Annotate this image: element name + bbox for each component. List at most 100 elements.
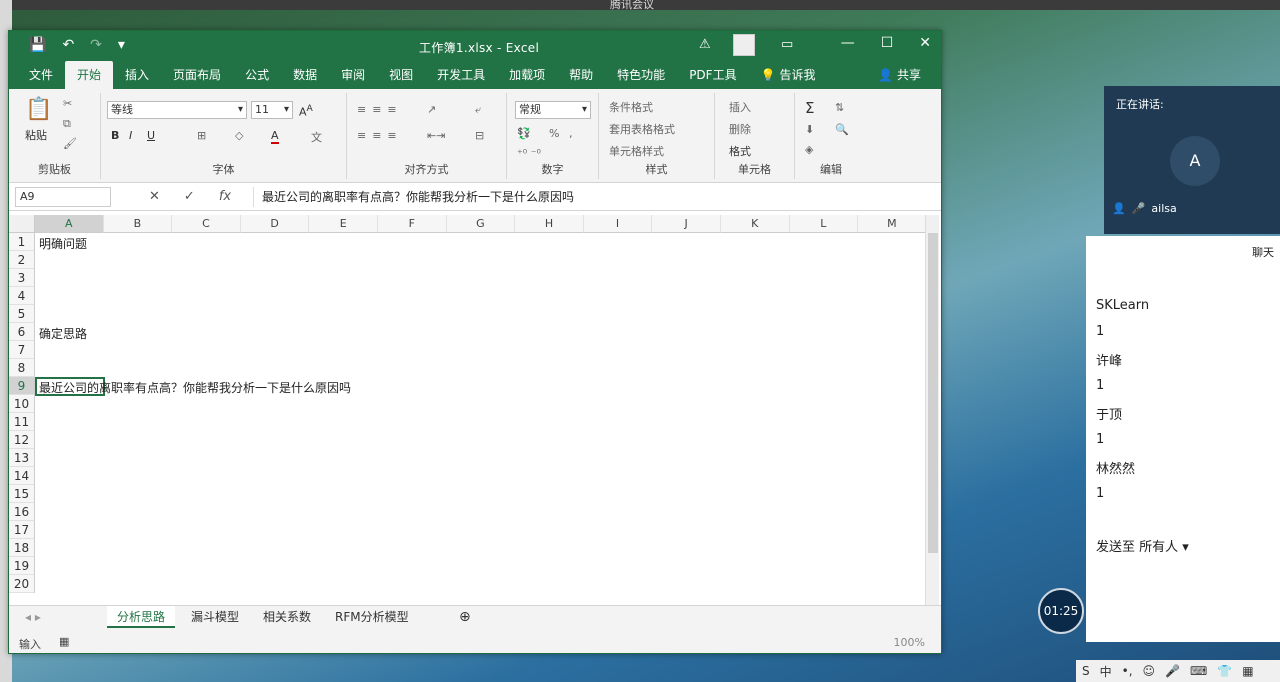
tab-data[interactable]: 数据 — [281, 61, 329, 89]
find-icon[interactable]: 🔍 — [835, 123, 849, 136]
zoom-level[interactable]: 100% — [894, 636, 925, 649]
insert-function-icon[interactable]: fx — [219, 189, 231, 204]
column-header[interactable]: M — [858, 215, 927, 233]
row-header[interactable]: 10 — [9, 395, 35, 413]
row-header[interactable]: 16 — [9, 503, 35, 521]
formula-input[interactable]: 最近公司的离职率有点高？你能帮我分析一下是什么原因吗 — [253, 187, 935, 207]
column-header[interactable]: B — [103, 215, 173, 233]
font-color-icon[interactable]: A — [271, 129, 279, 144]
row-header[interactable]: 9 — [9, 377, 35, 395]
percent-icon[interactable]: % — [549, 127, 559, 140]
fill-color-icon[interactable]: ◇ — [235, 129, 243, 142]
column-header[interactable]: L — [789, 215, 859, 233]
add-sheet-icon[interactable]: ⊕ — [449, 606, 481, 628]
name-box[interactable]: A9 — [15, 187, 111, 207]
column-header[interactable]: K — [720, 215, 790, 233]
cell-a6[interactable]: 确定思路 — [39, 325, 87, 342]
row-header[interactable]: 18 — [9, 539, 35, 557]
tab-page-layout[interactable]: 页面布局 — [161, 61, 233, 89]
cell-area[interactable]: 明确问题 确定思路 最近公司的离职率有点高？你能帮我分析一下是什么原因吗 — [35, 233, 923, 605]
share-button[interactable]: 👤 共享 — [878, 61, 921, 89]
format-as-table-button[interactable]: 套用表格格式 — [609, 121, 675, 137]
number-format-select[interactable]: 常规 ▾ — [515, 101, 591, 119]
account-avatar[interactable] — [733, 34, 755, 56]
column-header[interactable]: E — [309, 215, 378, 233]
tab-home[interactable]: 开始 — [65, 61, 114, 89]
column-header[interactable]: J — [652, 215, 721, 233]
close-button[interactable]: ✕ — [919, 35, 931, 51]
emoji-icon[interactable]: ☺ — [1143, 664, 1156, 678]
ribbon-display-icon[interactable]: ▭ — [781, 37, 793, 52]
format-painter-icon[interactable]: 🖌 — [63, 137, 77, 150]
tab-addins[interactable]: 加载项 — [497, 61, 557, 89]
row-header[interactable]: 17 — [9, 521, 35, 539]
row-header[interactable]: 4 — [9, 287, 35, 305]
row-header[interactable]: 15 — [9, 485, 35, 503]
macro-record-icon[interactable]: ▦ — [59, 635, 69, 648]
clear-icon[interactable]: ◈ — [805, 143, 813, 156]
column-header[interactable]: H — [515, 215, 584, 233]
cell-a9[interactable]: 最近公司的离职率有点高？你能帮我分析一下是什么原因吗 — [39, 379, 351, 396]
wrap-text-icon[interactable]: ⤶ — [475, 103, 481, 117]
toolbox-icon[interactable]: ▦ — [1242, 664, 1253, 678]
tell-me-box[interactable]: 告诉我 — [776, 61, 828, 89]
paste-icon[interactable]: 📋 — [25, 97, 52, 122]
select-all-corner[interactable] — [9, 215, 35, 233]
redo-icon[interactable]: ↷ — [90, 37, 102, 53]
row-header[interactable]: 3 — [9, 269, 35, 287]
column-header[interactable]: A — [35, 215, 104, 233]
orientation-icon[interactable]: ↗ — [427, 103, 436, 116]
comma-icon[interactable]: , — [569, 127, 573, 140]
vertical-align-icons[interactable]: ≡≡≡ — [357, 103, 403, 116]
font-name-select[interactable]: 等线 ▾ — [107, 101, 247, 119]
tab-file[interactable]: 文件 — [17, 61, 65, 89]
conditional-format-button[interactable]: 条件格式 — [609, 99, 653, 115]
paste-button[interactable]: 粘贴 — [25, 127, 47, 143]
sheet-tab[interactable]: 漏斗模型 — [181, 606, 249, 628]
punctuation-icon[interactable]: •, — [1122, 664, 1133, 678]
tab-pdf-tools[interactable]: PDF工具 — [677, 61, 748, 89]
ime-logo-icon[interactable]: S — [1082, 664, 1090, 678]
tab-formulas[interactable]: 公式 — [233, 61, 281, 89]
column-header[interactable]: G — [446, 215, 516, 233]
ime-language[interactable]: 中 — [1100, 663, 1112, 680]
send-to-selector[interactable]: 发送至 所有人 ▾ — [1096, 536, 1189, 555]
column-header[interactable]: F — [377, 215, 447, 233]
merge-icon[interactable]: ⊟ — [475, 129, 484, 142]
sheet-nav-arrows[interactable]: ◂ ▸ — [15, 606, 51, 628]
cancel-icon[interactable]: ✕ — [149, 189, 160, 204]
save-icon[interactable]: 💾 — [29, 37, 46, 53]
italic-icon[interactable]: I — [129, 129, 132, 142]
currency-icon[interactable]: 💱 — [517, 127, 531, 140]
fill-icon[interactable]: ⬇ — [805, 123, 814, 136]
row-header[interactable]: 6 — [9, 323, 35, 341]
maximize-button[interactable]: ☐ — [881, 35, 894, 51]
font-size-select[interactable]: 11 ▾ — [251, 101, 293, 119]
decimal-icons[interactable]: ⁺⁰ ⁻⁰ — [517, 147, 541, 160]
cell-a1[interactable]: 明确问题 — [39, 235, 87, 252]
keyboard-icon[interactable]: ⌨ — [1190, 664, 1207, 678]
insert-cells-button[interactable]: 插入 — [729, 99, 751, 115]
autosum-icon[interactable]: Σ — [805, 99, 814, 117]
column-header[interactable]: D — [240, 215, 310, 233]
bold-icon[interactable]: B — [111, 129, 119, 142]
column-header[interactable]: I — [583, 215, 653, 233]
border-icon[interactable]: ⊞ — [197, 129, 206, 142]
horizontal-align-icons[interactable]: ≡≡≡ — [357, 129, 403, 142]
vertical-scrollbar[interactable] — [925, 215, 939, 605]
scrollbar-thumb[interactable] — [928, 233, 938, 553]
row-header[interactable]: 19 — [9, 557, 35, 575]
row-header[interactable]: 11 — [9, 413, 35, 431]
minimize-button[interactable]: — — [841, 35, 855, 51]
row-header[interactable]: 20 — [9, 575, 35, 593]
grow-font-icon[interactable]: AA — [299, 103, 313, 119]
sort-filter-icon[interactable]: ⇅ — [835, 101, 844, 114]
voice-icon[interactable]: 🎤 — [1165, 664, 1180, 678]
indent-icons[interactable]: ⇤⇥ — [427, 129, 445, 142]
copy-icon[interactable]: ⧉ — [63, 117, 71, 131]
delete-cells-button[interactable]: 删除 — [729, 121, 751, 137]
row-header[interactable]: 12 — [9, 431, 35, 449]
phonetic-icon[interactable]: 文 — [311, 129, 322, 145]
row-header[interactable]: 2 — [9, 251, 35, 269]
tab-view[interactable]: 视图 — [377, 61, 425, 89]
